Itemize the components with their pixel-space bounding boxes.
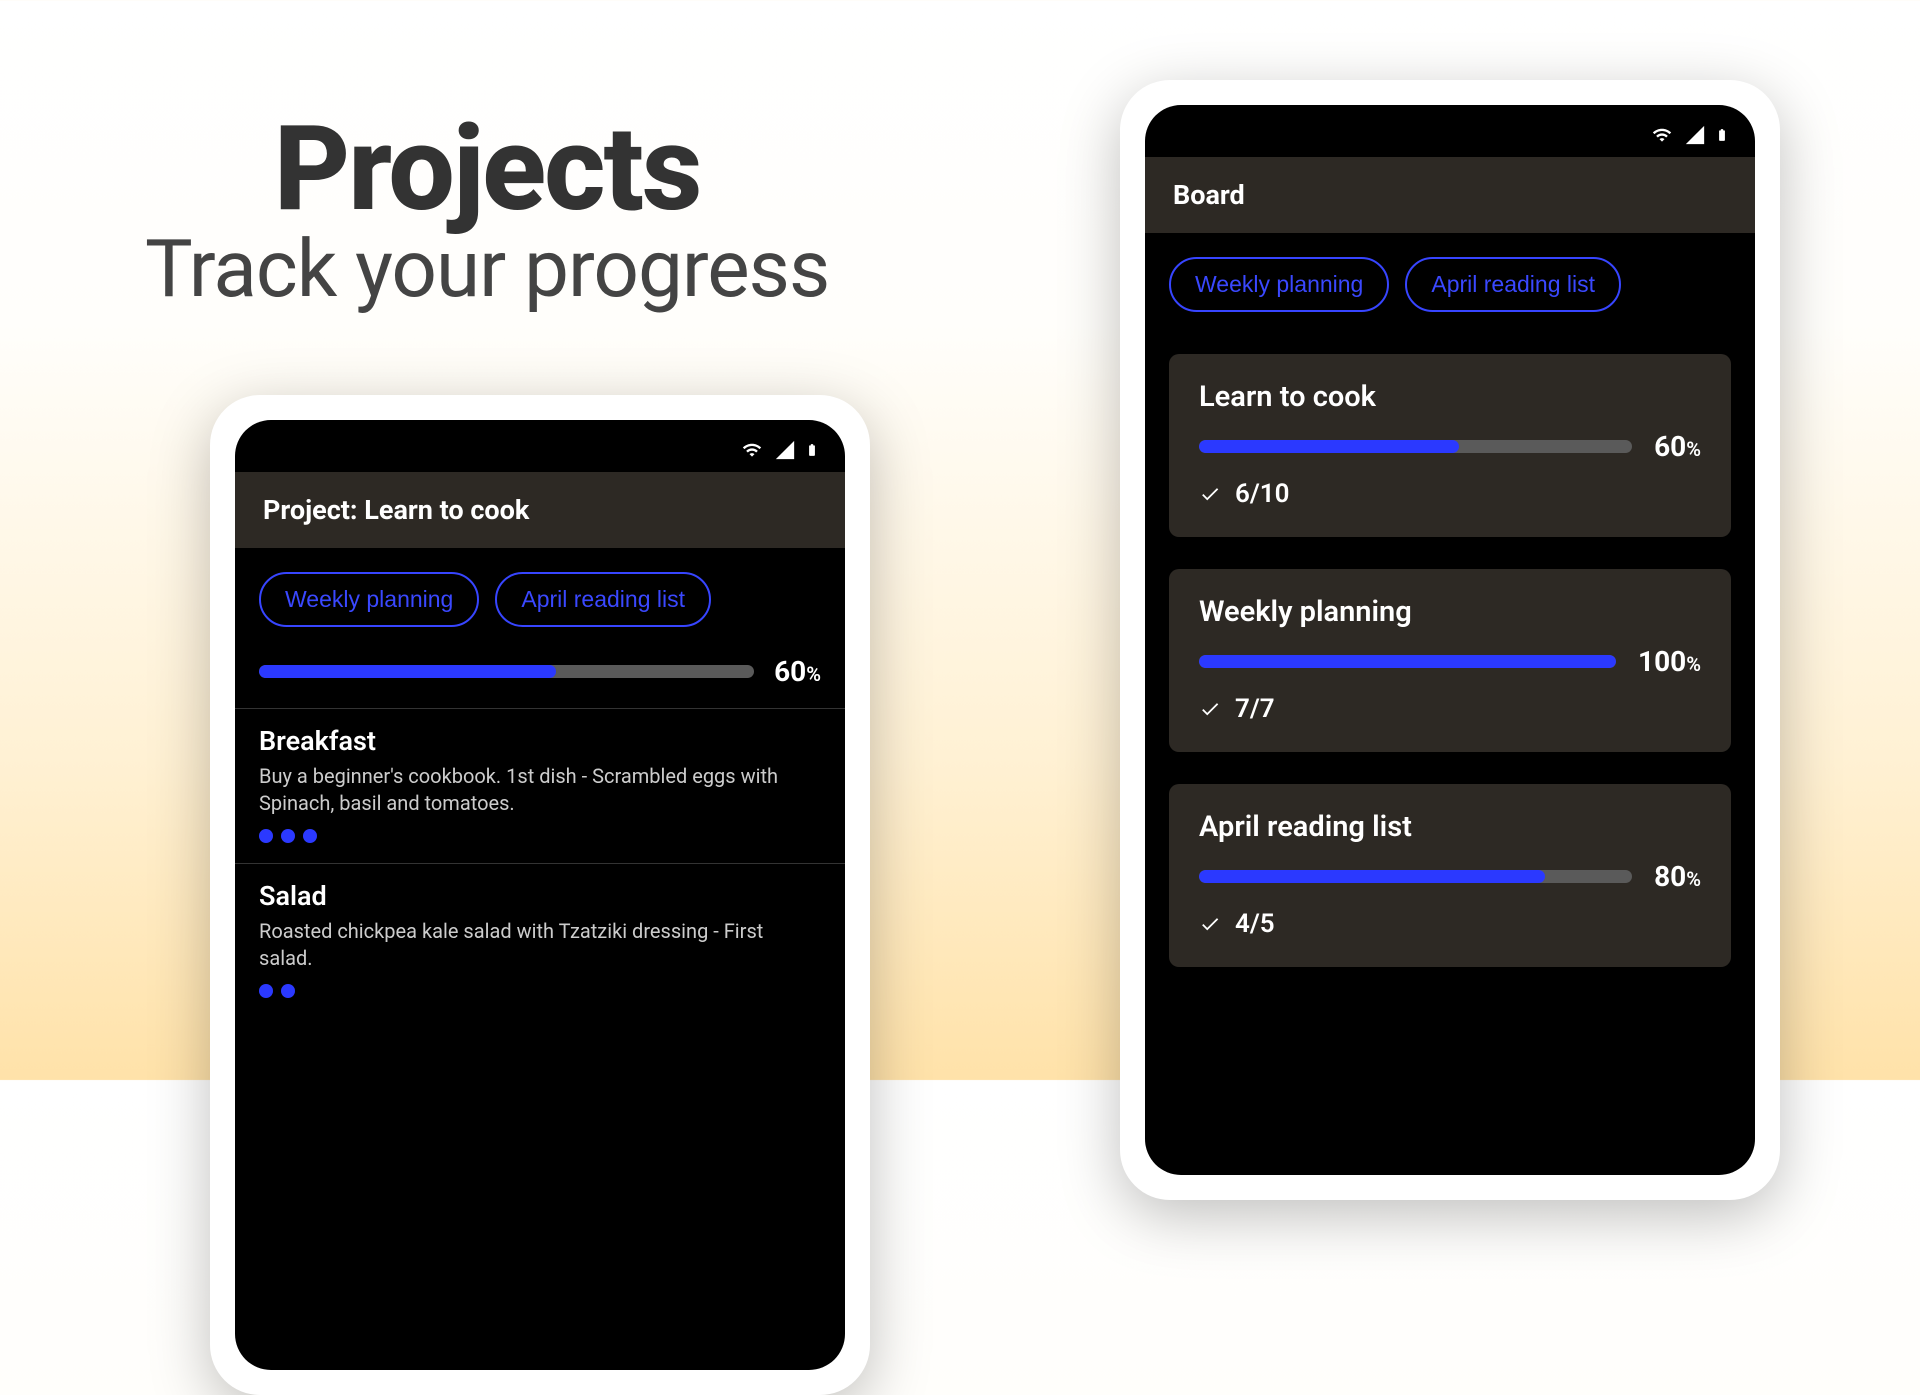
progress-percent: 60%	[1654, 430, 1701, 463]
indicator-dot	[281, 829, 295, 843]
card-title: Learn to cook	[1199, 380, 1701, 414]
hero-text: Projects Track your progress	[145, 100, 829, 316]
indicator-dot	[259, 984, 273, 998]
count-text: 4/5	[1235, 909, 1275, 939]
task-title: Breakfast	[259, 725, 821, 757]
phone-screen: Board Weekly planning April reading list …	[1145, 105, 1755, 1175]
wifi-icon	[739, 440, 765, 460]
progress-percent: 100%	[1638, 645, 1701, 678]
progress-bar-fill	[1199, 440, 1459, 453]
status-bar	[235, 420, 845, 472]
task-title: Salad	[259, 880, 821, 912]
signal-icon	[1683, 124, 1707, 146]
filter-chip[interactable]: Weekly planning	[1169, 257, 1389, 312]
count-row: 4/5	[1199, 909, 1701, 939]
check-icon	[1199, 483, 1221, 505]
project-card[interactable]: Learn to cook 60% 6/10	[1169, 354, 1731, 537]
progress-percent: 60%	[774, 655, 821, 688]
status-bar	[1145, 105, 1755, 157]
task-description: Roasted chickpea kale salad with Tzatzik…	[259, 918, 821, 972]
battery-icon	[805, 438, 819, 462]
progress-bar	[1199, 655, 1616, 668]
check-icon	[1199, 698, 1221, 720]
signal-icon	[773, 439, 797, 461]
project-card[interactable]: Weekly planning 100% 7/7	[1169, 569, 1731, 752]
check-icon	[1199, 913, 1221, 935]
appbar-title: Project: Learn to cook	[263, 494, 817, 526]
indicator-dot	[281, 984, 295, 998]
card-progress-row: 60%	[1199, 430, 1701, 463]
card-progress-row: 100%	[1199, 645, 1701, 678]
phone-screen: Project: Learn to cook Weekly planning Ap…	[235, 420, 845, 1370]
app-bar: Project: Learn to cook	[235, 472, 845, 548]
progress-percent: 80%	[1654, 860, 1701, 893]
count-text: 7/7	[1235, 694, 1275, 724]
progress-bar-fill	[1199, 655, 1616, 668]
progress-bar-fill	[1199, 870, 1545, 883]
phone-mockup-board: Board Weekly planning April reading list …	[1120, 80, 1780, 1200]
phone-mockup-project: Project: Learn to cook Weekly planning Ap…	[210, 395, 870, 1395]
task-indicators	[259, 984, 821, 998]
indicator-dot	[259, 829, 273, 843]
wifi-icon	[1649, 125, 1675, 145]
chip-row: Weekly planning April reading list	[235, 548, 845, 637]
task-item[interactable]: Salad Roasted chickpea kale salad with Tz…	[235, 863, 845, 1018]
chip-row: Weekly planning April reading list	[1145, 233, 1755, 322]
app-bar: Board	[1145, 157, 1755, 233]
card-title: April reading list	[1199, 810, 1701, 844]
card-title: Weekly planning	[1199, 595, 1701, 629]
project-progress-row: 60%	[235, 637, 845, 708]
progress-bar	[259, 665, 754, 678]
hero-subtitle: Track your progress	[145, 222, 829, 316]
progress-bar	[1199, 870, 1632, 883]
card-progress-row: 80%	[1199, 860, 1701, 893]
task-indicators	[259, 829, 821, 843]
task-description: Buy a beginner's cookbook. 1st dish - Sc…	[259, 763, 821, 817]
filter-chip[interactable]: April reading list	[1405, 257, 1621, 312]
filter-chip[interactable]: Weekly planning	[259, 572, 479, 627]
battery-icon	[1715, 123, 1729, 147]
appbar-title: Board	[1173, 179, 1727, 211]
hero-title: Projects	[145, 100, 829, 238]
progress-bar	[1199, 440, 1632, 453]
indicator-dot	[303, 829, 317, 843]
count-row: 7/7	[1199, 694, 1701, 724]
progress-bar-fill	[259, 665, 556, 678]
count-text: 6/10	[1235, 479, 1289, 509]
project-card[interactable]: April reading list 80% 4/5	[1169, 784, 1731, 967]
filter-chip[interactable]: April reading list	[495, 572, 711, 627]
task-item[interactable]: Breakfast Buy a beginner's cookbook. 1st …	[235, 708, 845, 863]
count-row: 6/10	[1199, 479, 1701, 509]
